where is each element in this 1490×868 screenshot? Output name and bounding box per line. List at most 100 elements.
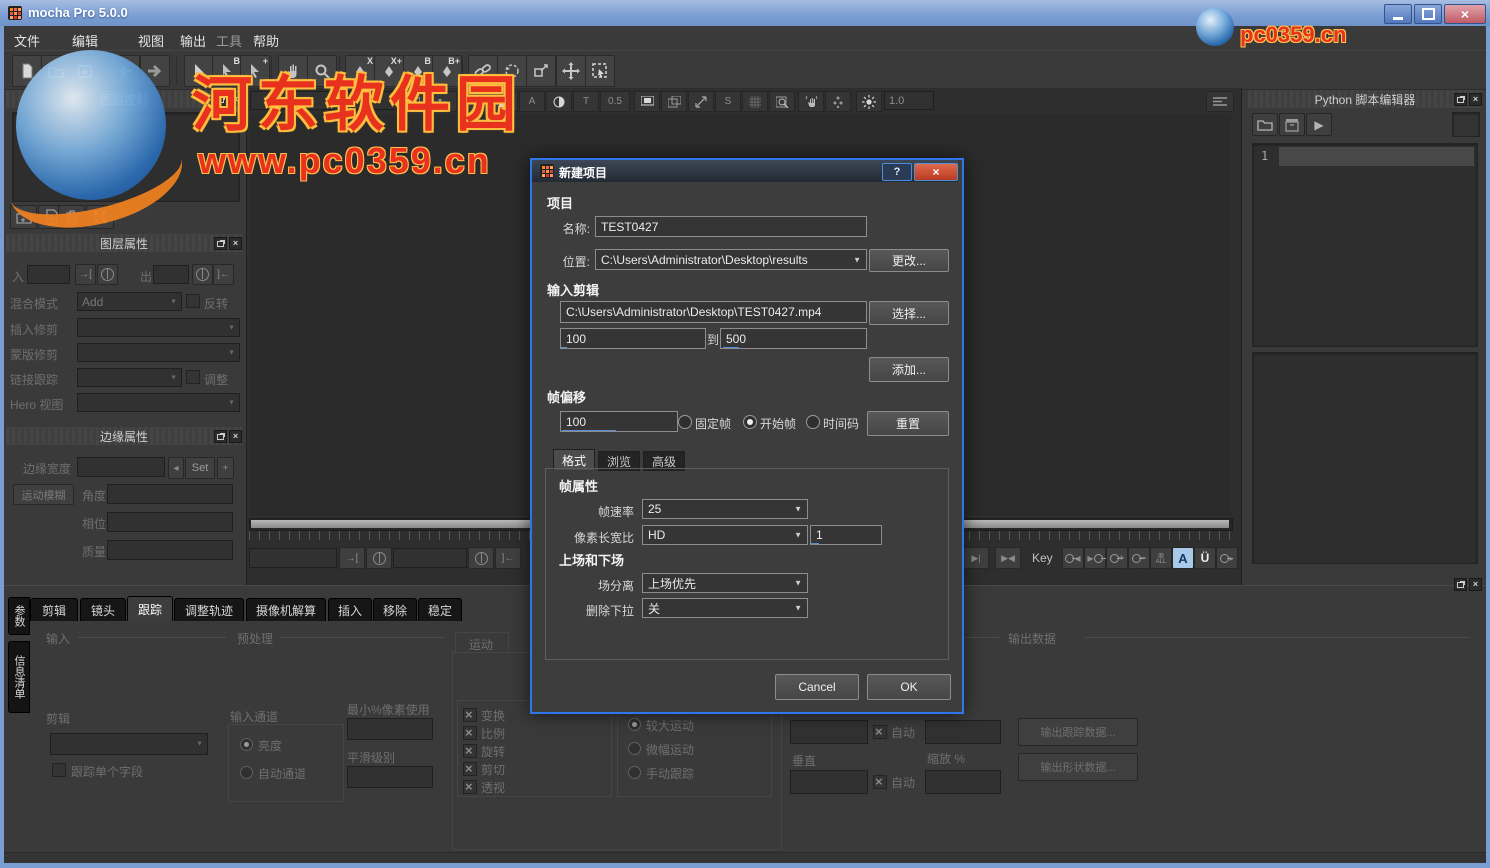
- link-track-dropdown[interactable]: [77, 368, 182, 387]
- scale-pct-field[interactable]: [925, 770, 1001, 794]
- uberkey-button[interactable]: Ü: [1194, 547, 1216, 569]
- track-clip-dropdown[interactable]: [50, 733, 208, 755]
- in-half-button[interactable]: [97, 264, 118, 285]
- matte-clip-dropdown[interactable]: [77, 343, 240, 362]
- contrast-view-button[interactable]: [546, 91, 572, 112]
- export-shape-data-button[interactable]: 输出形状数据...: [1018, 753, 1138, 781]
- large-motion-radio[interactable]: [628, 718, 641, 731]
- stabilize-view-button[interactable]: S: [715, 91, 741, 112]
- track-single-field-checkbox[interactable]: [52, 763, 66, 777]
- motion-tab[interactable]: 运动: [455, 632, 509, 654]
- out-point-field[interactable]: [153, 265, 189, 284]
- ok-button[interactable]: OK: [867, 674, 951, 700]
- pan-lock-button[interactable]: [798, 91, 824, 112]
- close-button[interactable]: ×: [1444, 4, 1486, 24]
- set-out-button[interactable]: ]←: [213, 264, 234, 285]
- project-name-field[interactable]: TEST0427: [595, 216, 867, 237]
- project-location-dropdown[interactable]: C:\Users\Administrator\Desktop\results: [595, 249, 867, 270]
- vertical-offset-field[interactable]: [790, 770, 868, 794]
- run-script-button[interactable]: ▶: [1306, 113, 1332, 136]
- dialog-title-bar[interactable]: 新建项目 ? ×: [532, 160, 958, 182]
- float-panel-icon[interactable]: [214, 237, 227, 250]
- auto-vertical-checkbox[interactable]: [873, 775, 887, 789]
- alpha-view-button[interactable]: A: [519, 91, 545, 112]
- quality-field[interactable]: [107, 540, 233, 560]
- motion-blur-button[interactable]: 运动模糊: [13, 484, 74, 505]
- delete-key-button[interactable]: −: [1128, 547, 1150, 569]
- auto-channel-radio[interactable]: [240, 766, 253, 779]
- side-tab-parameters[interactable]: 参数: [8, 597, 30, 635]
- frame-rate-dropdown[interactable]: 25: [642, 499, 808, 519]
- tab-clip[interactable]: 剪辑: [30, 598, 78, 621]
- tab-stabilize[interactable]: 稳定: [418, 598, 462, 621]
- reset-button[interactable]: 重置: [867, 411, 949, 436]
- goto-out-button[interactable]: ]←: [495, 547, 521, 569]
- minimize-button[interactable]: [1384, 4, 1412, 24]
- gamma-value-button[interactable]: 0.5: [600, 91, 630, 112]
- luminance-radio[interactable]: [240, 738, 253, 751]
- pixel-aspect-dropdown[interactable]: HD: [642, 525, 808, 545]
- select-clip-button[interactable]: 选择...: [869, 301, 949, 325]
- menu-tools[interactable]: 工具: [216, 31, 242, 50]
- edge-width-set-button[interactable]: Set: [185, 457, 215, 479]
- translation-checkbox[interactable]: [463, 708, 477, 722]
- gain-value-field[interactable]: 1.0: [884, 91, 934, 110]
- resize-view-button[interactable]: [688, 91, 714, 112]
- range-end-field[interactable]: 500: [720, 328, 867, 349]
- dialog-close-button[interactable]: ×: [914, 163, 958, 181]
- menu-view[interactable]: 视图: [138, 31, 164, 50]
- next-key-button[interactable]: ▶: [1084, 547, 1106, 569]
- menu-edit[interactable]: 编辑: [72, 31, 98, 50]
- perspective-checkbox[interactable]: [463, 780, 477, 794]
- range-start-field[interactable]: 100: [560, 328, 706, 349]
- tab-format[interactable]: 格式: [553, 449, 595, 470]
- blend-mode-dropdown[interactable]: Add: [77, 292, 182, 311]
- hero-view-dropdown[interactable]: [77, 393, 240, 412]
- insert-clip-dropdown[interactable]: [77, 318, 240, 337]
- tab-adjust-track[interactable]: 调整轨迹: [174, 598, 244, 621]
- tab-track[interactable]: 跟踪: [127, 596, 173, 621]
- field-sep-dropdown[interactable]: 上场优先: [642, 573, 808, 593]
- set-in-button[interactable]: →[: [75, 264, 96, 285]
- move-tool-button[interactable]: [556, 55, 586, 87]
- float-panel-icon[interactable]: [1454, 93, 1467, 106]
- close-panel-icon[interactable]: [1469, 93, 1482, 106]
- shear-checkbox[interactable]: [463, 762, 477, 776]
- auto-horizontal-checkbox[interactable]: [873, 725, 887, 739]
- range-field[interactable]: [393, 548, 467, 568]
- offset-pct-field[interactable]: [925, 720, 1001, 744]
- edge-width-field[interactable]: [77, 457, 165, 477]
- autokey-button[interactable]: A: [1172, 547, 1194, 569]
- dialog-help-button[interactable]: ?: [882, 163, 912, 181]
- fixed-frame-radio[interactable]: [678, 415, 692, 429]
- tab-lens[interactable]: 镜头: [80, 598, 126, 621]
- maximize-button[interactable]: [1414, 4, 1442, 24]
- close-panel-icon[interactable]: [229, 237, 242, 250]
- out-half-button[interactable]: [192, 264, 213, 285]
- marquee-tool-button[interactable]: [585, 55, 615, 87]
- add-key-button[interactable]: +: [1106, 547, 1128, 569]
- console-output[interactable]: [1252, 352, 1478, 564]
- float-panel-icon[interactable]: [1454, 578, 1467, 591]
- add-clip-button[interactable]: 添加...: [869, 357, 949, 382]
- transform-tool-button[interactable]: [526, 55, 556, 87]
- rotation-checkbox[interactable]: [463, 744, 477, 758]
- tab-insert[interactable]: 插入: [328, 598, 372, 621]
- horizontal-offset-field[interactable]: [790, 720, 868, 744]
- matte-view-button[interactable]: T: [573, 91, 599, 112]
- tab-camera-solve[interactable]: 摄像机解算: [246, 598, 326, 621]
- open-script-button[interactable]: [1252, 113, 1278, 136]
- full-screen-button[interactable]: [634, 91, 660, 112]
- min-pixels-field[interactable]: [347, 718, 433, 740]
- phase-field[interactable]: [107, 512, 233, 532]
- angle-field[interactable]: [107, 484, 233, 504]
- menu-help[interactable]: 帮助: [253, 31, 279, 50]
- stack-views-button[interactable]: [661, 91, 687, 112]
- grid-view-button[interactable]: [742, 91, 768, 112]
- float-panel-icon[interactable]: [214, 430, 227, 443]
- play-range-button[interactable]: ▶◀: [995, 547, 1021, 569]
- delete-all-keys-button[interactable]: ⊗ALL: [1150, 547, 1172, 569]
- invert-checkbox[interactable]: [186, 294, 200, 308]
- key-options-button[interactable]: ▸: [1216, 547, 1238, 569]
- in-point-field[interactable]: [27, 265, 70, 284]
